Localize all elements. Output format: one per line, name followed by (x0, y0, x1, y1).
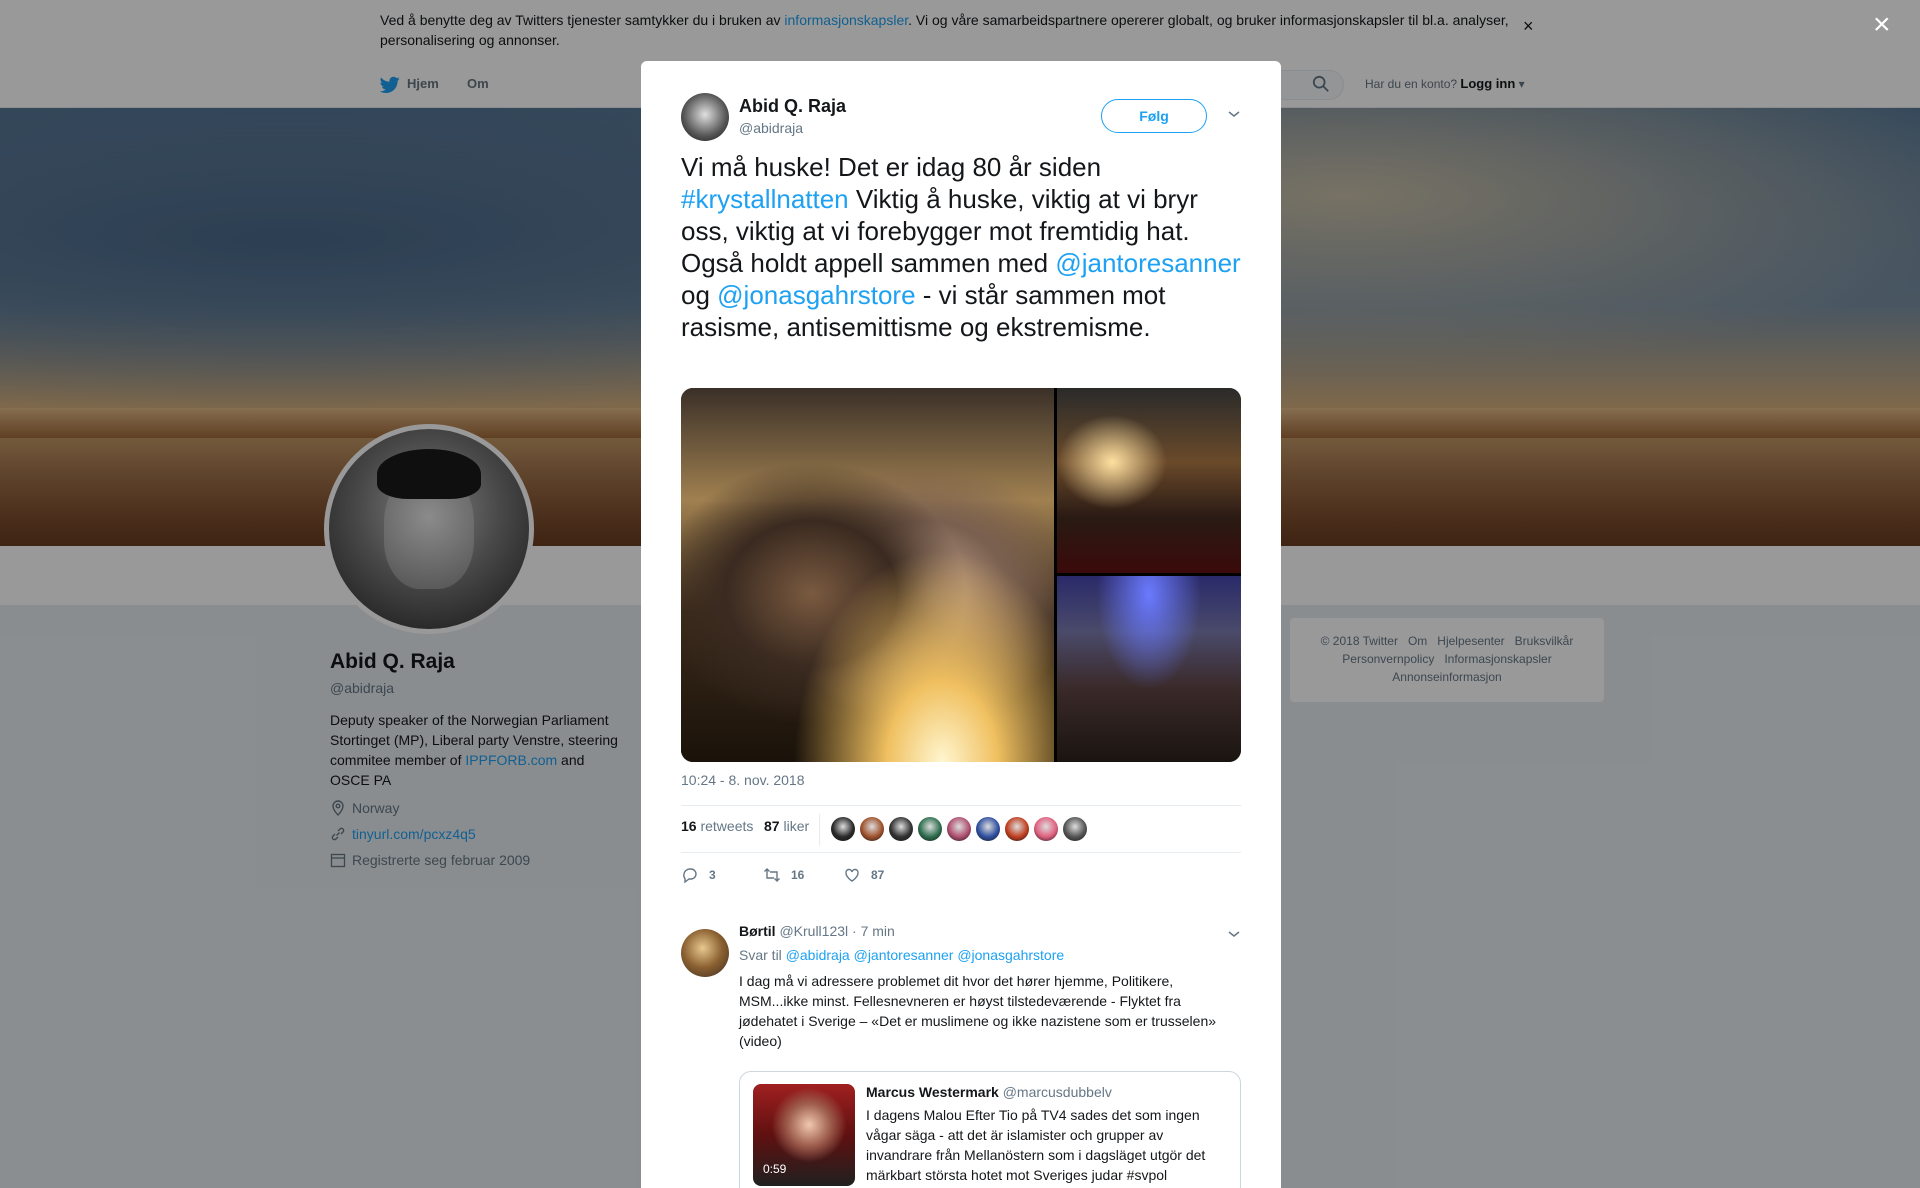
tweet-text: Vi må huske! Det er idag 80 år siden #kr… (681, 151, 1241, 343)
quoted-video-thumbnail[interactable]: 0:59 (753, 1084, 855, 1186)
likes-count: 87 (764, 818, 780, 834)
stats-divider (819, 814, 820, 846)
reply-to: Svar til @abidraja @jantoresanner @jonas… (739, 947, 1064, 963)
liker-avatar[interactable] (918, 817, 942, 841)
retweet-count: 16 (791, 868, 805, 882)
liker-avatar[interactable] (889, 817, 913, 841)
retweets-stat[interactable]: 16 retweets (681, 818, 753, 834)
tweet-text-part-1: Vi må huske! Det er idag 80 år siden (681, 152, 1102, 182)
quoted-author-name: Marcus Westermark (866, 1084, 999, 1100)
chevron-down-icon[interactable] (1227, 107, 1241, 121)
quoted-text: I dagens Malou Efter Tio på TV4 sades de… (866, 1107, 1206, 1183)
reply-time[interactable]: · 7 min (852, 923, 895, 939)
reply-to-label: Svar til (739, 947, 782, 963)
reply-count: 3 (709, 868, 716, 882)
retweets-label: retweets (700, 818, 754, 834)
reply-icon[interactable] (681, 866, 699, 884)
reply-to-mention[interactable]: @jantoresanner (854, 947, 954, 963)
liker-avatar[interactable] (831, 817, 855, 841)
retweet-action[interactable]: 16 (763, 866, 804, 884)
tweet-photo-selfie[interactable] (681, 388, 1054, 762)
tweet-modal: Abid Q. Raja @abidraja Følg Vi må huske!… (641, 61, 1281, 1188)
retweets-count: 16 (681, 818, 697, 834)
like-action[interactable]: 87 (843, 866, 884, 884)
liker-avatar[interactable] (947, 817, 971, 841)
likes-stat[interactable]: 87 liker (764, 818, 809, 834)
tweet-text-part-3: og (681, 280, 718, 310)
reply-to-mention[interactable]: @abidraja (786, 947, 850, 963)
tweet-stats: 16 retweets 87 liker (681, 805, 1241, 853)
heart-icon[interactable] (843, 866, 861, 884)
reply-action[interactable]: 3 (681, 866, 716, 884)
quoted-author-handle: @marcusdubbelv (1002, 1084, 1112, 1100)
reply-author-name[interactable]: Børtil (739, 923, 776, 939)
quoted-author: Marcus Westermark @marcusdubbelv (866, 1084, 1112, 1100)
liker-avatar[interactable] (1063, 817, 1087, 841)
author-avatar[interactable] (681, 93, 729, 141)
author-name[interactable]: Abid Q. Raja (739, 96, 846, 117)
reply-text: I dag må vi adressere problemet dit hvor… (739, 973, 1217, 1049)
retweet-icon[interactable] (763, 866, 781, 884)
like-count: 87 (871, 868, 885, 882)
liker-avatar[interactable] (1034, 817, 1058, 841)
hashtag-link[interactable]: #krystallnatten (681, 184, 849, 214)
reply-to-mention[interactable]: @jonasgahrstore (957, 947, 1064, 963)
mention-link[interactable]: @jonasgahrstore (717, 280, 915, 310)
liker-avatar[interactable] (1005, 817, 1029, 841)
liker-avatars (831, 817, 1087, 841)
reply-avatar[interactable] (681, 929, 729, 977)
author-handle[interactable]: @abidraja (739, 120, 803, 136)
likes-label: liker (783, 818, 810, 834)
quoted-tweet[interactable]: 0:59 Marcus Westermark @marcusdubbelv I … (739, 1071, 1241, 1188)
reply-meta: Børtil @Krull123l · 7 min (739, 923, 895, 939)
tweet-media-grid (681, 388, 1241, 762)
tweet-photo-crowd[interactable] (1057, 388, 1241, 573)
tweet-photo-speech[interactable] (1057, 576, 1241, 762)
follow-button[interactable]: Følg (1101, 99, 1207, 133)
mention-link[interactable]: @jantoresanner (1055, 248, 1240, 278)
video-duration: 0:59 (763, 1162, 787, 1176)
liker-avatar[interactable] (976, 817, 1000, 841)
close-icon[interactable]: × (1873, 10, 1891, 40)
liker-avatar[interactable] (860, 817, 884, 841)
chevron-down-icon[interactable] (1227, 927, 1241, 941)
reply-author-handle[interactable]: @Krull123l (779, 923, 848, 939)
tweet-actions: 3 16 87 (681, 866, 1081, 890)
tweet-header: Abid Q. Raja @abidraja Følg (681, 93, 1241, 143)
tweet-timestamp[interactable]: 10:24 - 8. nov. 2018 (681, 772, 805, 788)
